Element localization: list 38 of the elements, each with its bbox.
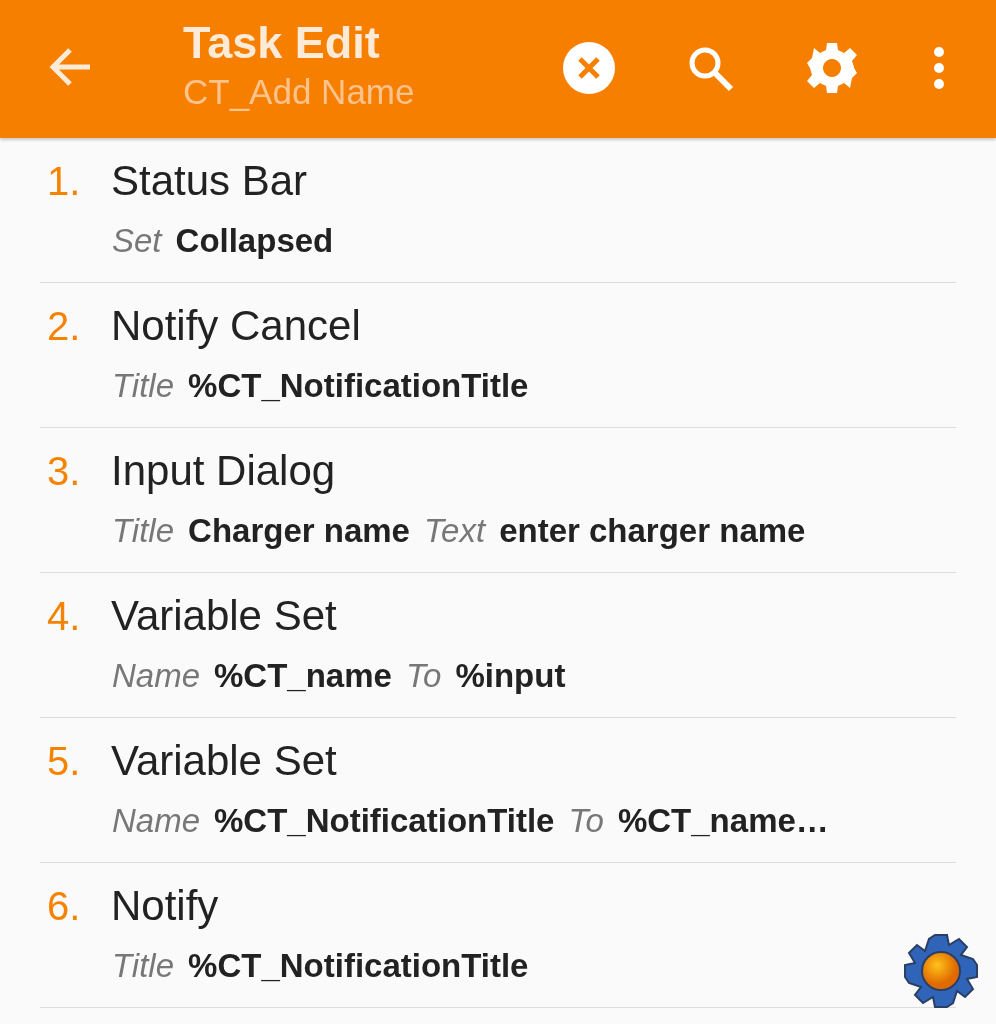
- parameter-label: Title: [112, 367, 175, 405]
- settings-icon[interactable]: [806, 42, 858, 94]
- parameter-label: Title: [112, 947, 175, 985]
- back-arrow-icon[interactable]: [48, 47, 92, 87]
- gear-icon[interactable]: [903, 934, 979, 1008]
- search-icon[interactable]: [688, 46, 734, 92]
- step-number: 5.: [46, 738, 82, 784]
- parameter-value: %CT_NotificationTitle: [188, 947, 529, 985]
- action-name: Status Bar: [111, 157, 308, 205]
- parameter-value: %CT_name: [214, 657, 392, 695]
- parameter-value: enter charger name: [499, 512, 806, 550]
- parameter-value: Charger name: [188, 512, 410, 550]
- action-name: Variable Set: [111, 737, 337, 785]
- action-name: Notify: [111, 882, 219, 930]
- more-menu-icon[interactable]: [931, 47, 947, 89]
- parameter-label: Name: [112, 802, 201, 840]
- parameter-value: %CT_NotificationTitle: [188, 367, 529, 405]
- screen-title: Task Edit: [183, 16, 381, 70]
- parameter-label: To: [405, 657, 442, 695]
- clear-icon[interactable]: [563, 42, 615, 94]
- parameter-value: %input: [455, 657, 566, 695]
- step-number: 6.: [46, 883, 82, 929]
- step-number: 3.: [46, 448, 82, 494]
- action-name: Variable Set: [111, 592, 337, 640]
- task-name: CT_Add Name: [183, 72, 415, 112]
- parameter-label: Title: [112, 512, 175, 550]
- parameter-value: %CT_NotificationTitle: [214, 802, 555, 840]
- step-number: 2.: [46, 303, 82, 349]
- parameter-label: To: [568, 802, 604, 840]
- action-name: Input Dialog: [111, 447, 336, 495]
- step-number: 1.: [46, 158, 82, 204]
- step-number: 4.: [46, 593, 82, 639]
- action-name: Notify Cancel: [111, 302, 361, 350]
- parameter-label: Name: [112, 657, 201, 695]
- parameter-label: Set: [112, 222, 162, 260]
- parameter-label: Text: [424, 512, 486, 550]
- parameter-value: Collapsed: [175, 222, 334, 260]
- parameter-value: %CT_name…: [617, 802, 829, 840]
